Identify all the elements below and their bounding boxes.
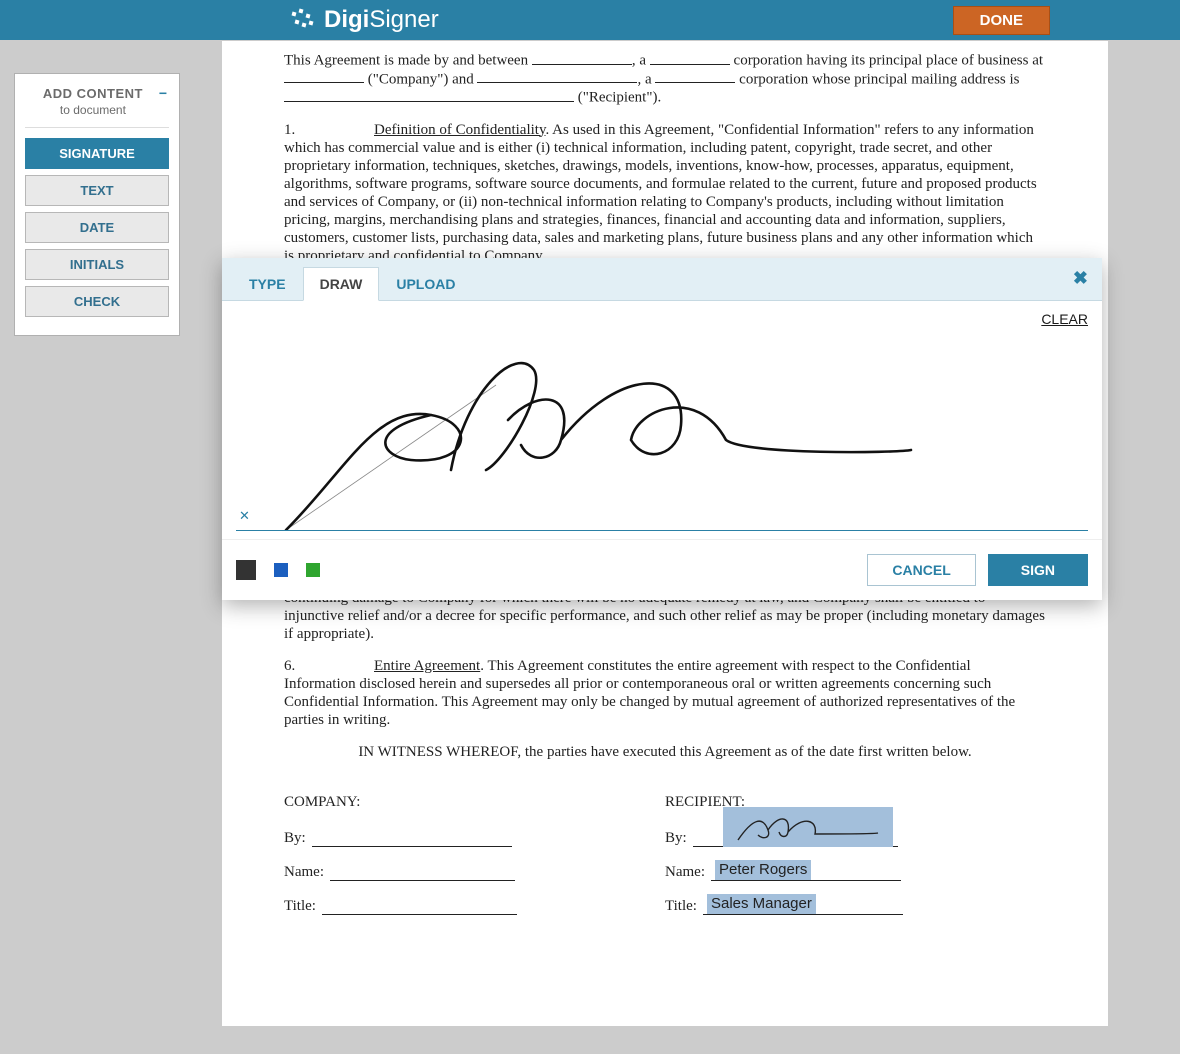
baseline-marker-icon: ✕	[239, 508, 250, 524]
sign-button[interactable]: SIGN	[988, 554, 1088, 586]
sidebar-title: ADD CONTENT	[27, 86, 159, 101]
color-black[interactable]	[236, 560, 256, 580]
recipient-column: RECIPIENT: By: Name:Peter Rogers Title:S…	[665, 793, 1046, 931]
doc-intro: This Agreement is made by and between , …	[284, 51, 1046, 107]
sidebar-item-signature[interactable]: SIGNATURE	[25, 138, 169, 169]
company-label: COMPANY:	[284, 793, 665, 811]
company-by-line[interactable]	[312, 846, 512, 847]
company-column: COMPANY: By: Name: Title:	[284, 793, 665, 931]
color-green[interactable]	[306, 563, 320, 577]
brand-light: Signer	[369, 6, 438, 34]
recipient-title-value[interactable]: Sales Manager	[707, 894, 816, 914]
sidebar-item-check[interactable]: CHECK	[25, 286, 169, 317]
signature-modal: TYPE DRAW UPLOAD ✖ CLEAR ✕ CANCEL SIGN	[222, 258, 1102, 600]
sidebar: ADD CONTENT to document − SIGNATURE TEXT…	[14, 73, 180, 336]
signature-block: COMPANY: By: Name: Title: RECIPIENT: By:…	[284, 793, 1046, 931]
sidebar-item-date[interactable]: DATE	[25, 212, 169, 243]
modal-tabs: TYPE DRAW UPLOAD ✖	[222, 258, 1102, 301]
cancel-button[interactable]: CANCEL	[867, 554, 975, 586]
doc-section-1: 1.Definition of Confidentiality. As used…	[284, 121, 1046, 265]
color-blue[interactable]	[274, 563, 288, 577]
drawn-signature	[236, 330, 1096, 530]
signature-draw-area[interactable]: ✕	[236, 331, 1088, 531]
recipient-signature-image[interactable]	[723, 807, 893, 847]
recipient-name-value[interactable]: Peter Rogers	[715, 860, 811, 880]
done-button[interactable]: DONE	[953, 6, 1050, 35]
sidebar-subtitle: to document	[27, 103, 159, 117]
sidebar-divider	[25, 127, 169, 128]
close-icon[interactable]: ✖	[1073, 268, 1088, 289]
doc-section-6: 6.Entire Agreement. This Agreement const…	[284, 657, 1046, 729]
brand-logo: DigiSigner	[290, 6, 439, 34]
recipient-by-line[interactable]	[693, 846, 898, 847]
sidebar-item-text[interactable]: TEXT	[25, 175, 169, 206]
tab-draw[interactable]: DRAW	[303, 267, 380, 301]
recipient-name-line[interactable]: Peter Rogers	[711, 880, 901, 881]
company-title-line[interactable]	[322, 914, 517, 915]
modal-footer: CANCEL SIGN	[222, 539, 1102, 600]
brand-bold: Digi	[324, 6, 369, 34]
tab-upload[interactable]: UPLOAD	[379, 267, 472, 300]
logo-icon	[290, 8, 318, 32]
collapse-icon[interactable]: −	[159, 86, 167, 100]
topbar: DigiSigner DONE	[0, 0, 1180, 40]
company-name-line[interactable]	[330, 880, 515, 881]
clear-button[interactable]: CLEAR	[236, 311, 1088, 327]
sidebar-item-initials[interactable]: INITIALS	[25, 249, 169, 280]
tab-type[interactable]: TYPE	[232, 267, 303, 300]
doc-witness: IN WITNESS WHEREOF, the parties have exe…	[284, 743, 1046, 761]
recipient-title-line[interactable]: Sales Manager	[703, 914, 903, 915]
